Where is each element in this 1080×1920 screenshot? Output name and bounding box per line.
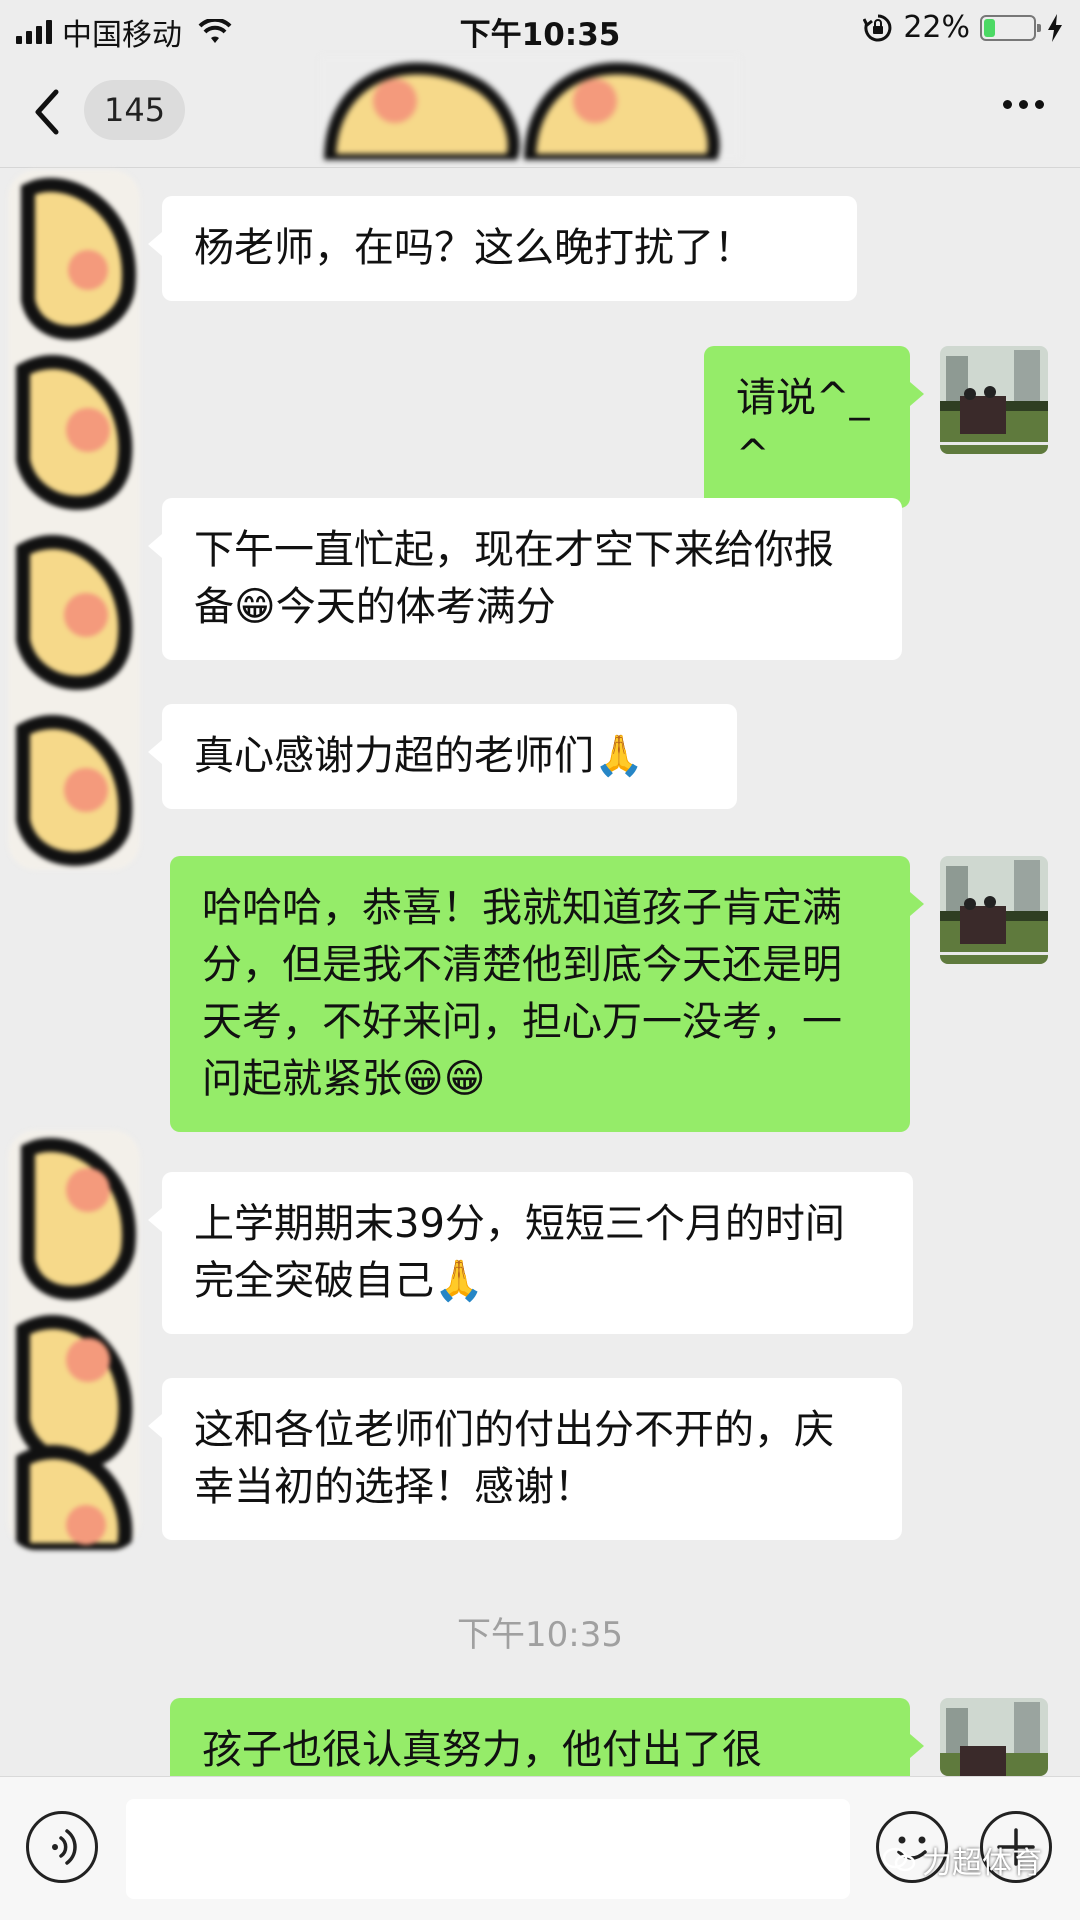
message-bubble-incoming[interactable]: 这和各位老师们的付出分不开的，庆幸当初的选择！感谢！ [148, 1378, 902, 1540]
rotation-lock-icon [863, 14, 892, 41]
watermark-text: 力超体育 [922, 1846, 1042, 1881]
my-avatar[interactable] [940, 1698, 1048, 1776]
my-avatar[interactable] [940, 856, 1048, 964]
message-bubble-incoming[interactable]: 上学期期末39分，短短三个月的时间完全突破自己🙏 [148, 1172, 913, 1334]
status-bar: 中国移动 下午10:35 22% [0, 0, 1080, 56]
message-bubble-outgoing[interactable]: 请说^_^ [704, 346, 924, 508]
message-bubble-outgoing[interactable]: 哈哈哈，恭喜！我就知道孩子肯定满分，但是我不清楚他到底今天还是明天考，不好来问，… [170, 856, 924, 1132]
battery-icon [980, 14, 1041, 41]
message-input[interactable] [126, 1799, 850, 1899]
voice-input-button[interactable] [26, 1811, 98, 1883]
watermark: 力超体育 [882, 1838, 1042, 1882]
message-timestamp: 下午10:35 [457, 1615, 623, 1655]
chat-title-avatar [320, 56, 740, 160]
contact-avatar[interactable] [8, 1130, 140, 1550]
wechat-logo-icon [882, 1847, 916, 1872]
message-bubble-incoming[interactable]: 真心感谢力超的老师们🙏 [148, 704, 737, 809]
back-button[interactable] [28, 84, 68, 140]
voice-icon [52, 1829, 77, 1865]
contact-avatar[interactable] [8, 170, 140, 870]
chat-header: 145 [0, 56, 1080, 168]
status-bar-right: 22% [863, 10, 1064, 45]
unread-count-badge[interactable]: 145 [84, 80, 186, 140]
my-avatar[interactable] [940, 346, 1048, 454]
charging-icon [1048, 13, 1062, 42]
more-options-button[interactable] [1003, 100, 1044, 109]
message-bubble-incoming[interactable]: 杨老师，在吗？这么晚打扰了！ [148, 196, 857, 301]
message-bubble-incoming[interactable]: 下午一直忙起，现在才空下来给你报备😁今天的体考满分 [148, 498, 902, 660]
battery-percent: 22% [903, 10, 970, 45]
battery-level [984, 18, 995, 37]
